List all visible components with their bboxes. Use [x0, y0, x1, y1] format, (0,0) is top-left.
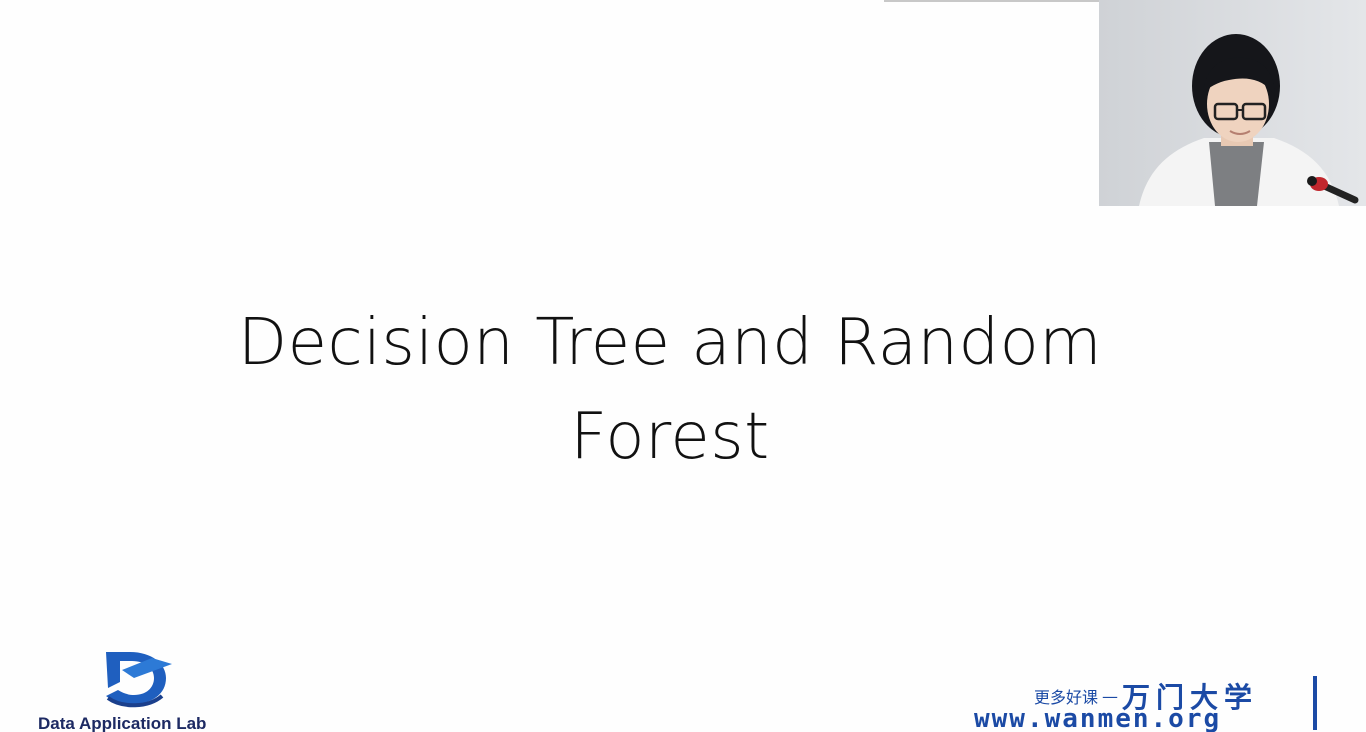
wanmen-watermark: 更多好课 — 万门大学 www.wanmen.org: [970, 672, 1330, 732]
lab-name: Data Application Lab: [38, 714, 207, 732]
slide-title: Decision Tree and Random Forest: [120, 296, 1220, 484]
presenter-webcam: [1099, 0, 1366, 206]
slide-canvas: Decision Tree and Random Forest Data App…: [0, 0, 1366, 732]
wanmen-dash: —: [1102, 686, 1119, 706]
slide-title-line-1: Decision Tree and Random: [237, 306, 1103, 380]
slide-title-line-2: Forest: [570, 400, 770, 474]
wanmen-divider-bar: [1313, 676, 1317, 730]
dal-mark-icon: [106, 652, 172, 708]
data-application-lab-logo: Data Application Lab: [38, 648, 258, 732]
wanmen-url: www.wanmen.org: [974, 704, 1222, 732]
presenter-image: [1099, 0, 1366, 206]
